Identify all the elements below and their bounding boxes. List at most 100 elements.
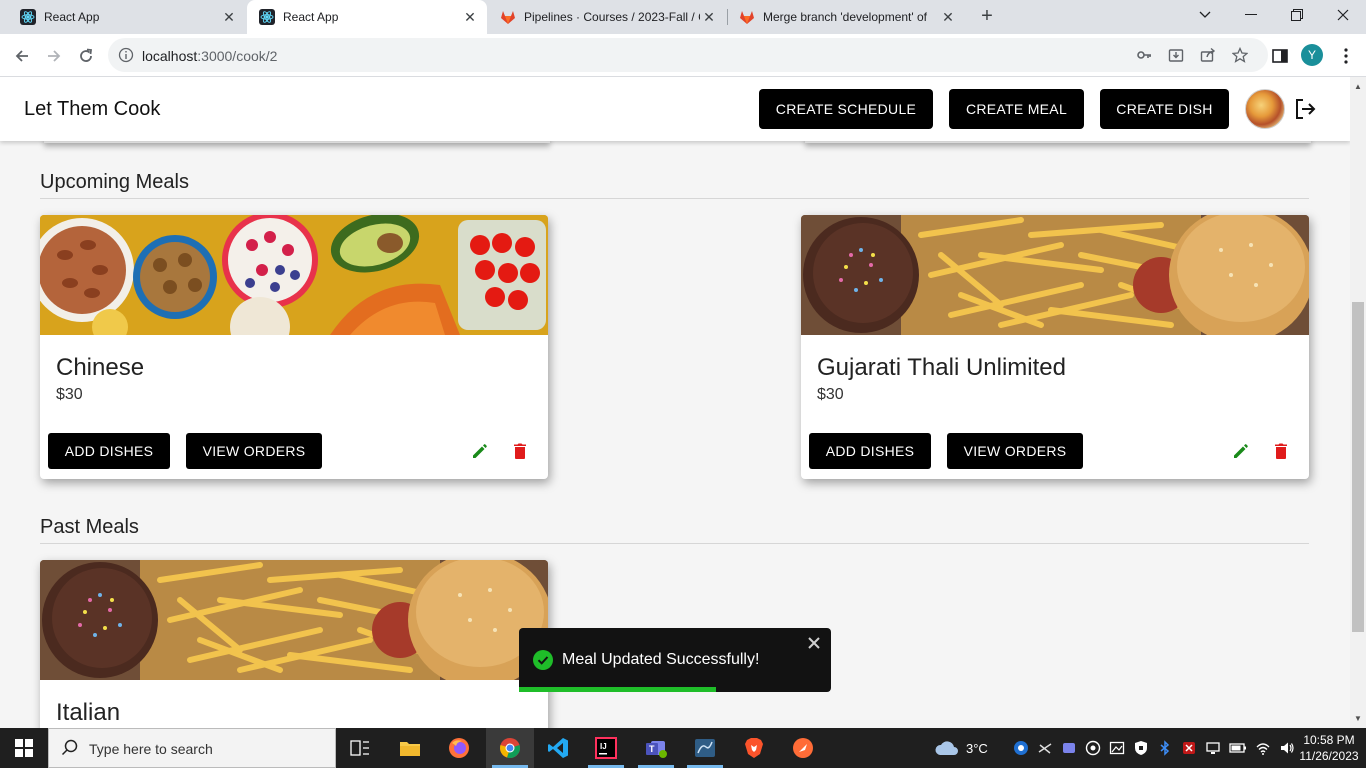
wifi-icon[interactable]: [1255, 740, 1271, 756]
clock-time: 10:58 PM: [1303, 733, 1355, 747]
react-icon: [20, 9, 36, 25]
mysql-workbench-icon[interactable]: [681, 728, 729, 768]
browser-tab-4[interactable]: Merge branch 'development' of ✕: [727, 0, 965, 34]
network-off-icon[interactable]: [1037, 740, 1053, 756]
view-orders-button[interactable]: VIEW ORDERS: [186, 433, 322, 469]
profile-avatar[interactable]: Y: [1301, 44, 1323, 66]
site-info-icon[interactable]: [118, 47, 134, 63]
url-text: localhost:3000/cook/2: [142, 48, 277, 64]
delete-icon[interactable]: [510, 441, 530, 461]
create-schedule-button[interactable]: CREATE SCHEDULE: [759, 89, 933, 129]
browser-tab-1[interactable]: React App ✕: [8, 0, 246, 34]
taskbar-search[interactable]: Type here to search: [48, 728, 336, 768]
close-tab-icon[interactable]: ✕: [939, 9, 957, 26]
gitlab-icon: [501, 11, 515, 24]
close-icon[interactable]: [807, 636, 821, 650]
sync-icon[interactable]: [1085, 740, 1101, 756]
share-icon[interactable]: [1200, 47, 1216, 63]
close-tab-icon[interactable]: ✕: [220, 9, 238, 26]
firefox-icon[interactable]: [435, 728, 483, 768]
minimize-icon[interactable]: [1228, 0, 1274, 30]
browser-tab-3[interactable]: Pipelines · Courses / 2023-Fall / C ✕: [488, 0, 726, 34]
add-dishes-button[interactable]: ADD DISHES: [809, 433, 931, 469]
search-icon: [61, 739, 78, 756]
close-tab-icon[interactable]: ✕: [461, 9, 479, 26]
meal-name: Italian: [56, 699, 121, 726]
toast-notification: Meal Updated Successfully!: [519, 628, 831, 692]
scroll-thumb[interactable]: [1352, 302, 1364, 632]
key-icon[interactable]: [1136, 47, 1152, 63]
gitlab-icon: [740, 11, 754, 24]
edit-icon[interactable]: [470, 441, 490, 461]
svg-text:T: T: [649, 744, 655, 754]
page-scrollbar[interactable]: ▲ ▼: [1350, 77, 1366, 728]
system-tray: [1013, 728, 1295, 768]
tab-search-icon[interactable]: [1182, 0, 1228, 30]
task-view-icon[interactable]: [336, 728, 384, 768]
brand-title[interactable]: Let Them Cook: [24, 98, 160, 121]
address-bar[interactable]: localhost:3000/cook/2: [108, 38, 1268, 72]
create-dish-button[interactable]: CREATE DISH: [1100, 89, 1229, 129]
security-icon[interactable]: [1133, 740, 1149, 756]
windows-start-icon[interactable]: [0, 728, 48, 768]
section-divider: [40, 543, 1309, 544]
teams-icon[interactable]: T: [632, 728, 680, 768]
restore-icon[interactable]: [1274, 0, 1320, 30]
toast-progress-bar: [519, 687, 716, 692]
meal-name: Gujarati Thali Unlimited: [817, 354, 1066, 381]
clock-date: 11/26/2023: [1299, 749, 1359, 763]
intellij-icon[interactable]: IJ: [582, 728, 630, 768]
delete-icon[interactable]: [1271, 441, 1291, 461]
teams-tray-icon[interactable]: [1061, 740, 1077, 756]
url-host: localhost: [142, 48, 198, 64]
chrome-taskbar-icon[interactable]: [486, 728, 534, 768]
close-window-icon[interactable]: [1320, 0, 1366, 30]
back-icon[interactable]: [8, 42, 36, 70]
weather-widget[interactable]: 3°C: [934, 728, 988, 768]
vscode-icon[interactable]: [534, 728, 582, 768]
logout-icon[interactable]: [1293, 97, 1317, 121]
scroll-up-icon[interactable]: ▲: [1354, 83, 1362, 91]
photos-icon[interactable]: [1109, 740, 1125, 756]
volume-icon[interactable]: [1279, 740, 1295, 756]
windows-taskbar: Type here to search IJ T 3°C 10:58 PM 11…: [0, 728, 1366, 768]
search-placeholder: Type here to search: [89, 741, 213, 757]
tab-title: React App: [44, 10, 100, 24]
install-icon[interactable]: [1168, 47, 1184, 63]
svg-text:IJ: IJ: [600, 742, 607, 751]
scroll-down-icon[interactable]: ▼: [1354, 715, 1362, 723]
user-avatar[interactable]: [1245, 89, 1285, 129]
meal-image-healthy-foods: [40, 215, 548, 335]
forward-icon[interactable]: [40, 42, 68, 70]
postman-icon[interactable]: [779, 728, 827, 768]
reload-icon[interactable]: [72, 42, 100, 70]
meal-price: $30: [56, 386, 83, 403]
browser-tab-2[interactable]: React App ✕: [247, 0, 487, 34]
more-menu-icon[interactable]: [1336, 46, 1356, 66]
taskbar-clock[interactable]: 10:58 PM 11/26/2023: [1296, 732, 1362, 764]
create-meal-button[interactable]: CREATE MEAL: [949, 89, 1084, 129]
side-panel-icon[interactable]: [1270, 46, 1290, 66]
meal-image-burger-fries: [801, 215, 1309, 335]
edit-icon[interactable]: [1231, 441, 1251, 461]
close-tab-icon[interactable]: ✕: [700, 9, 718, 26]
tab-title: React App: [283, 10, 339, 24]
meal-card: Chinese $30 ADD DISHES VIEW ORDERS: [40, 215, 548, 479]
success-check-icon: [533, 650, 553, 670]
add-dishes-button[interactable]: ADD DISHES: [48, 433, 170, 469]
section-divider: [40, 198, 1309, 199]
bookmark-star-icon[interactable]: [1232, 47, 1248, 63]
file-explorer-icon[interactable]: [386, 728, 434, 768]
meal-image-burger-fries: [40, 560, 548, 680]
weather-temperature: 3°C: [966, 740, 988, 756]
battery-icon[interactable]: [1229, 740, 1247, 756]
bluetooth-icon[interactable]: [1157, 740, 1173, 756]
meal-price: $30: [817, 386, 844, 403]
new-tab-icon[interactable]: +: [976, 6, 998, 28]
view-orders-button[interactable]: VIEW ORDERS: [947, 433, 1083, 469]
display-icon[interactable]: [1205, 740, 1221, 756]
tray-app-icon[interactable]: [1013, 740, 1029, 756]
brave-icon[interactable]: [730, 728, 778, 768]
antivirus-icon[interactable]: [1181, 740, 1197, 756]
toast-message: Meal Updated Successfully!: [562, 651, 760, 668]
